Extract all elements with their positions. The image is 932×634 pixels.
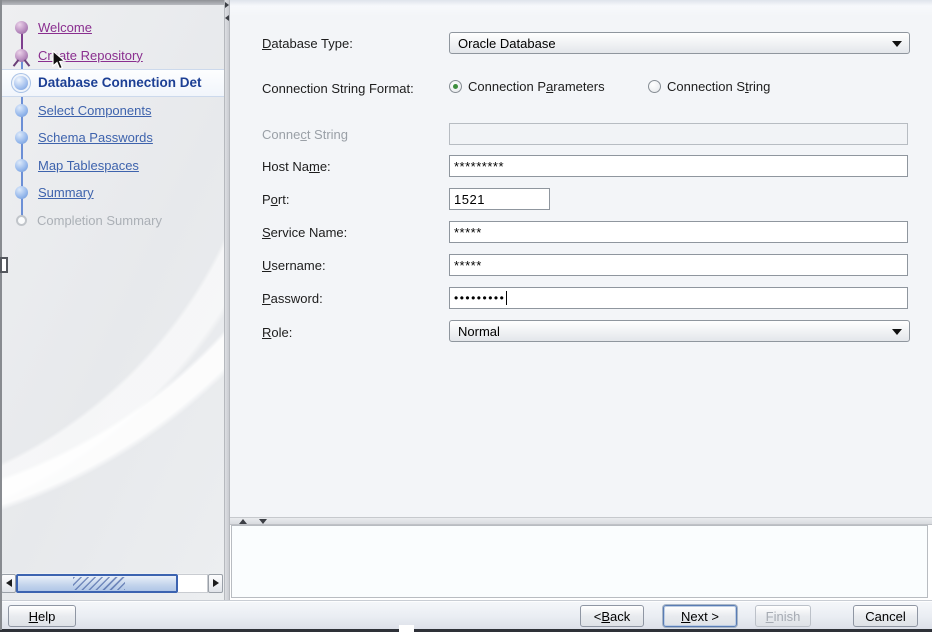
left-arrow-icon [6, 579, 12, 587]
help-button[interactable]: Help [8, 605, 76, 627]
text-caret [506, 291, 507, 305]
radio-dot-icon [453, 84, 458, 89]
cancel-button[interactable]: Cancel [853, 605, 918, 627]
service-name-label: Service Name: [262, 225, 347, 240]
sidebar-step-schema-passwords[interactable]: Schema Passwords [0, 124, 224, 152]
username-field[interactable] [449, 254, 908, 276]
sidebar-step-welcome[interactable]: Welcome [0, 14, 224, 42]
host-name-field[interactable] [449, 155, 908, 177]
step-label[interactable]: Welcome [38, 20, 92, 35]
sidebar-step-select-components[interactable]: Select Components [0, 97, 224, 125]
step-label[interactable]: Map Tablespaces [38, 158, 139, 173]
scrollbar-left-arrow-button[interactable] [1, 574, 16, 593]
step-node-icon [15, 186, 28, 199]
messages-panel [231, 525, 928, 598]
connection-parameters-radio-label: Connection Parameters [468, 79, 605, 94]
sidebar-step-database-connection-det[interactable]: Database Connection Det [0, 69, 224, 97]
sidebar-top-strip [0, 0, 224, 5]
step-node-icon [15, 49, 28, 62]
role-dropdown[interactable]: Normal [449, 320, 910, 342]
connect-string-field [449, 123, 908, 145]
next-button[interactable]: Next > [663, 605, 737, 627]
scrollbar-thumb[interactable] [16, 574, 178, 593]
left-edge-handle[interactable] [0, 257, 8, 273]
connection-string-format-label: Connection String Format: [262, 81, 414, 96]
right-arrow-icon [213, 579, 219, 587]
finish-button: Finish [755, 605, 811, 627]
wizard-navigation-sidebar: Welcome Create Repository Database Connect… [0, 0, 224, 600]
window-left-border [0, 0, 2, 630]
database-type-label: Database Type: [262, 36, 353, 51]
role-label: Role: [262, 325, 292, 340]
radio-button-icon [449, 80, 462, 93]
splitter-collapse-left-icon [225, 2, 229, 8]
wizard-steps: Welcome Create Repository Database Connect… [0, 14, 224, 234]
scrollbar-right-arrow-button[interactable] [208, 574, 223, 593]
database-type-dropdown[interactable]: Oracle Database [449, 32, 910, 54]
role-value: Normal [458, 324, 500, 339]
bottom-notch [399, 625, 414, 634]
splitter-collapse-up-icon [239, 519, 247, 524]
connect-string-label: Connect String [262, 127, 348, 142]
mouse-cursor-icon [52, 50, 67, 71]
sidebar-step-summary[interactable]: Summary [0, 179, 224, 207]
service-name-field[interactable] [449, 221, 908, 243]
step-label[interactable]: Select Components [38, 103, 151, 118]
database-type-value: Oracle Database [458, 36, 556, 51]
connection-string-radio[interactable]: Connection String [648, 79, 770, 94]
username-label: Username: [262, 258, 326, 273]
radio-button-icon [648, 80, 661, 93]
splitter-collapse-right-icon [225, 15, 229, 21]
sidebar-step-map-tablespaces[interactable]: Map Tablespaces [0, 152, 224, 180]
step-node-icon [15, 159, 28, 172]
back-button[interactable]: < Back [580, 605, 644, 627]
database-connection-form: Database Type: Oracle Database Connectio… [230, 0, 932, 517]
rcu-wizard-window: Welcome Create Repository Database Connect… [0, 0, 932, 634]
port-field[interactable] [449, 188, 550, 210]
scrollbar-track[interactable] [178, 574, 208, 593]
sidebar-horizontal-scrollbar [1, 573, 223, 593]
step-node-icon [16, 215, 27, 226]
step-node-icon [15, 21, 28, 34]
sidebar-step-create-repository[interactable]: Create Repository [0, 42, 224, 70]
step-label[interactable]: Summary [38, 185, 94, 200]
connection-parameters-radio[interactable]: Connection Parameters [449, 79, 605, 94]
step-node-icon [15, 131, 28, 144]
sidebar-step-completion-summary: Completion Summary [0, 207, 224, 235]
step-label[interactable]: Database Connection Det [38, 75, 202, 90]
password-field[interactable]: ••••••••• [449, 287, 908, 309]
step-node-icon [14, 76, 28, 90]
password-value: ••••••••• [454, 291, 505, 305]
host-name-label: Host Name: [262, 159, 331, 174]
dropdown-arrow-icon [892, 41, 902, 47]
step-label[interactable]: Schema Passwords [38, 130, 153, 145]
horizontal-splitter[interactable] [230, 517, 932, 525]
step-node-icon [15, 104, 28, 117]
connection-string-radio-label: Connection String [667, 79, 770, 94]
step-label: Completion Summary [37, 213, 162, 228]
splitter-collapse-down-icon [259, 519, 267, 524]
port-label: Port: [262, 192, 289, 207]
dropdown-arrow-icon [892, 329, 902, 335]
button-bar: Help < Back Next > Finish Cancel [0, 600, 932, 629]
password-label: Password: [262, 291, 323, 306]
